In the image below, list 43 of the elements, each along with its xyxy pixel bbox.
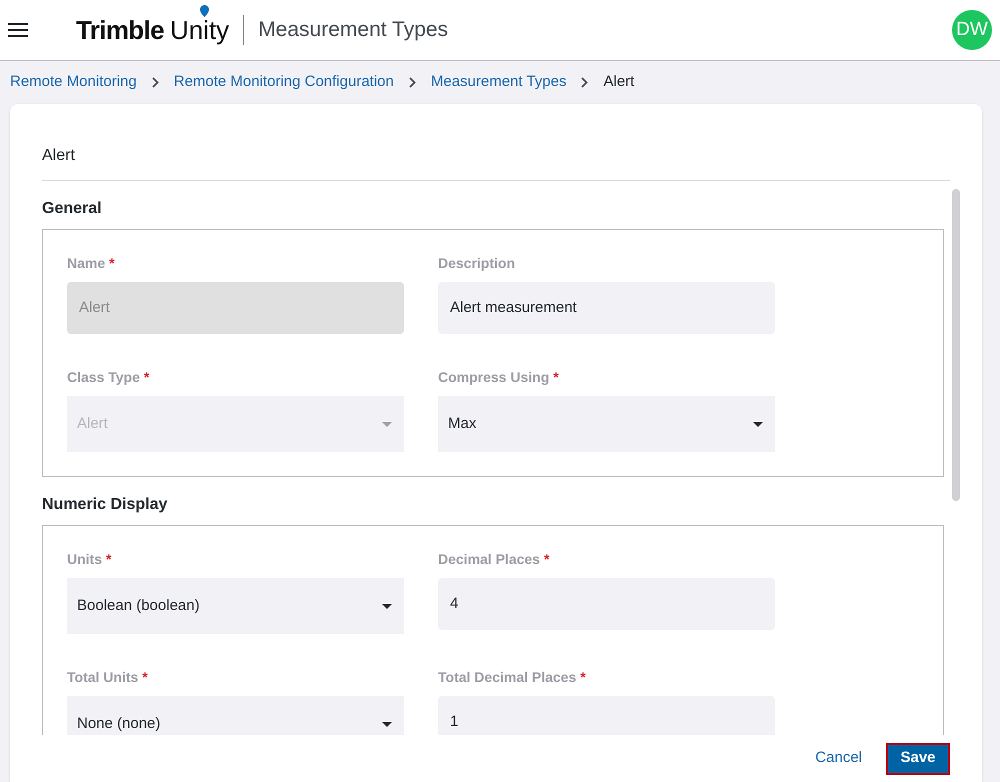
cancel-button[interactable]: Cancel [807, 741, 870, 776]
menu-icon[interactable] [8, 23, 28, 37]
breadcrumb-current: Alert [603, 72, 634, 92]
page-title: Measurement Types [258, 17, 448, 44]
section-heading: Numeric Display [42, 495, 168, 515]
field-label: Description [438, 254, 516, 273]
section-heading: General [42, 199, 102, 219]
field-label: Units [67, 550, 102, 568]
caret-icon [382, 604, 392, 608]
form-title: Alert [42, 147, 75, 164]
required-asterisk: * [580, 668, 586, 686]
chevron-right-icon [581, 77, 588, 88]
brand-logo-text: Trimble [76, 17, 164, 43]
dropdown-field[interactable]: Max [438, 396, 775, 452]
input-field[interactable]: 1 [438, 696, 775, 735]
breadcrumb-link[interactable]: Remote Monitoring Configuration [174, 71, 394, 94]
caret-icon [753, 422, 763, 426]
dropdown-field[interactable]: None (none) [67, 696, 404, 735]
required-asterisk: * [544, 550, 550, 568]
scrollbar[interactable] [952, 189, 960, 501]
required-asterisk: * [144, 368, 150, 386]
required-asterisk: * [142, 668, 148, 686]
breadcrumb-link[interactable]: Measurement Types [430, 71, 566, 94]
field-label: Decimal Places [438, 550, 540, 568]
field-label: Total Decimal Places [438, 668, 576, 686]
field-label: Name [67, 254, 106, 272]
field-label: Total Units [67, 668, 138, 686]
dropdown-field[interactable]: Boolean (boolean) [67, 578, 404, 634]
required-asterisk: * [109, 254, 115, 272]
field-label: Compress Using [438, 368, 550, 387]
input-field[interactable]: Alert measurement [438, 282, 775, 334]
breadcrumb-link[interactable]: Remote Monitoring [10, 71, 137, 94]
input-field[interactable]: 4 [438, 578, 775, 630]
brand-logo-text-light: Unity [170, 17, 230, 43]
caret-icon [382, 722, 392, 726]
chevron-right-icon [408, 77, 416, 88]
location-pin-icon [200, 5, 209, 17]
required-asterisk: * [106, 550, 112, 568]
field-label: Class Type [67, 368, 140, 387]
save-button[interactable]: Save [886, 742, 950, 774]
required-asterisk: * [553, 368, 559, 386]
chevron-right-icon [152, 77, 159, 88]
caret-icon [382, 422, 392, 426]
